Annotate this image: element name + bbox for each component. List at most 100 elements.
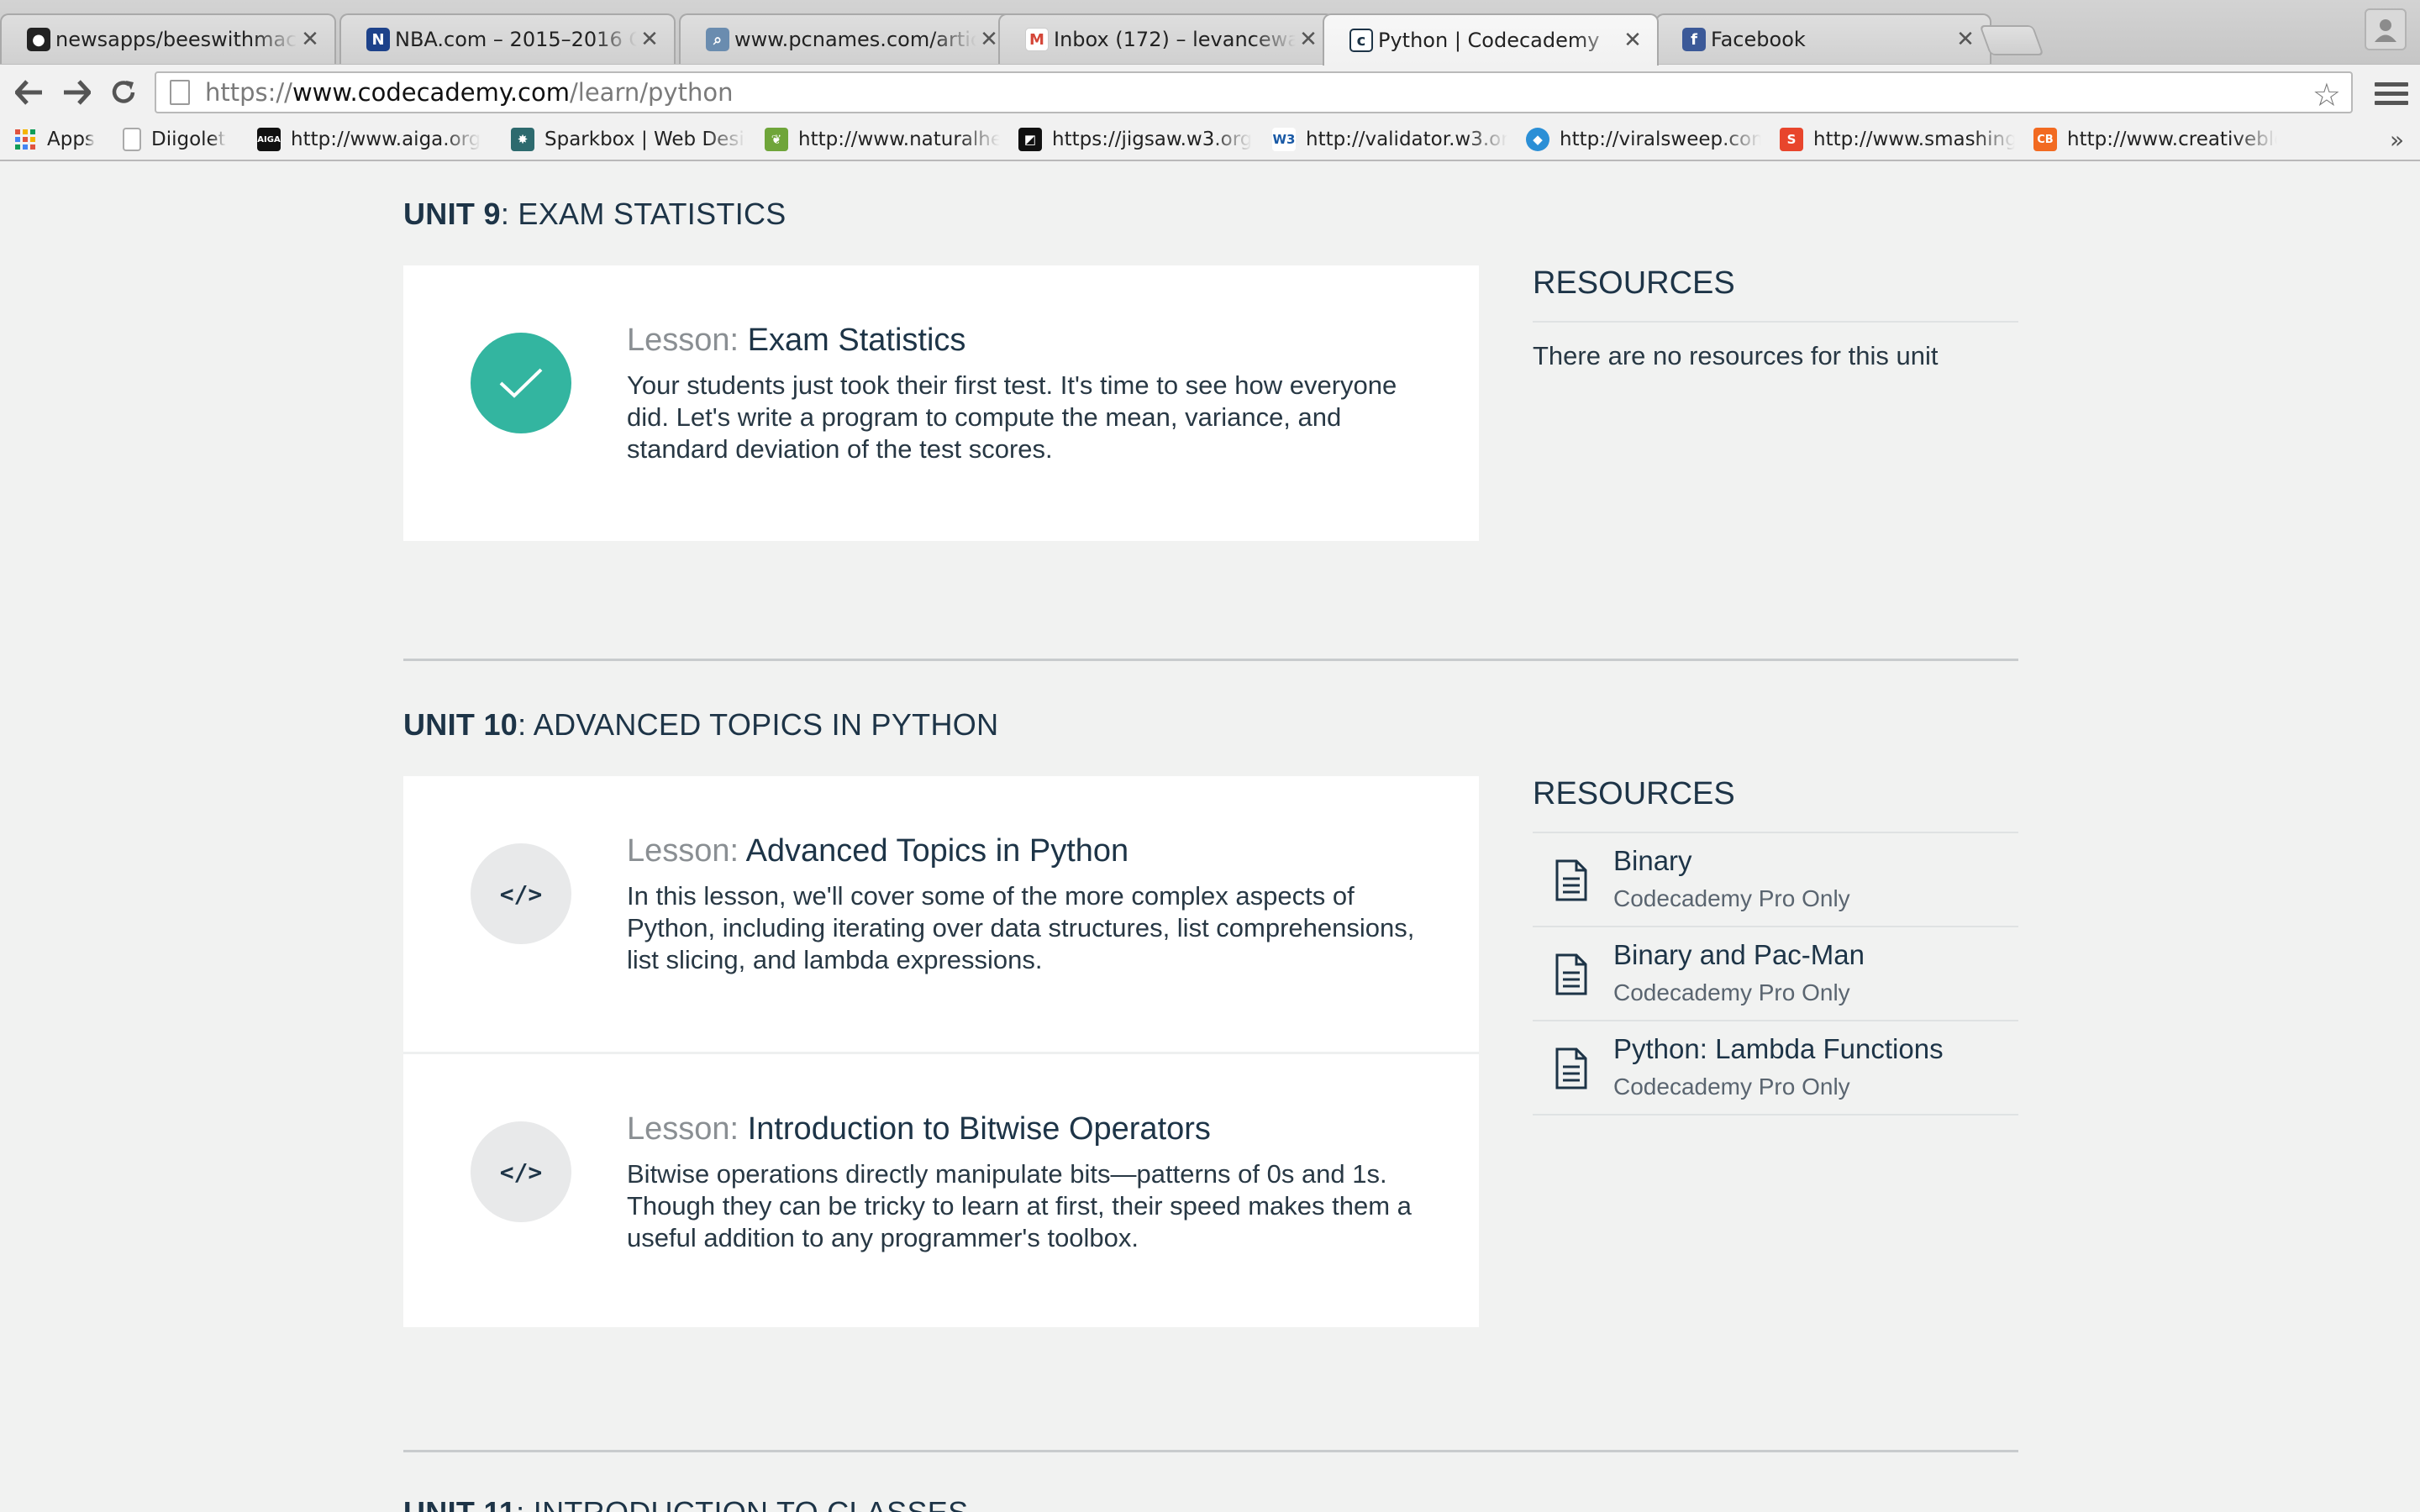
tab-strip: ● newsapps/beeswithmachineguns ✕ N NBA.c…	[0, 0, 2420, 66]
nba-icon: N	[366, 28, 390, 51]
code-brackets-icon: </>	[471, 843, 571, 944]
profile-button[interactable]	[2365, 8, 2407, 50]
sparkbox-icon: ✸	[511, 128, 534, 151]
github-icon: ●	[27, 28, 50, 51]
menu-button[interactable]	[2375, 76, 2408, 110]
close-tab-icon[interactable]: ✕	[637, 27, 662, 52]
lesson-row[interactable]: </> Lesson: Introduction to Bitwise Oper…	[403, 1052, 1479, 1327]
bookmark-naturalhealth[interactable]: ❦ http://www.naturalhealth	[765, 119, 1000, 160]
browser-chrome: ● newsapps/beeswithmachineguns ✕ N NBA.c…	[0, 0, 2420, 161]
resource-title-link[interactable]: Python: Lambda Functions	[1613, 1033, 1944, 1065]
gmail-icon: M	[1025, 28, 1049, 51]
bookmark-sparkbox[interactable]: ✸ Sparkbox | Web Design	[511, 119, 746, 160]
jigsaw-icon: ◩	[1018, 128, 1042, 151]
apps-grid-icon	[15, 129, 35, 150]
page-icon	[170, 80, 190, 105]
bookmark-viralsweep[interactable]: ◆ http://viralsweep.com	[1526, 119, 1761, 160]
bookmark-apps[interactable]: Apps	[13, 119, 114, 160]
forward-button[interactable]	[57, 73, 96, 112]
tab-title: Inbox (172) – levancewamble	[1054, 28, 1296, 51]
bookmark-diigolet[interactable]: Diigolet	[123, 119, 240, 160]
lesson-heading: Lesson: Introduction to Bitwise Operator…	[627, 1111, 1211, 1147]
page-icon	[123, 128, 141, 151]
tab-nba[interactable]: N NBA.com – 2015–2016 Co ✕	[339, 13, 676, 64]
chevron-double-right-icon[interactable]: »	[2390, 126, 2404, 154]
tab-gmail[interactable]: M Inbox (172) – levancewamble ✕	[998, 13, 1334, 64]
back-button[interactable]	[10, 73, 49, 112]
url-text: https://www.codecademy.com/learn/python	[205, 78, 734, 107]
lesson-title-link[interactable]: Introduction to Bitwise Operators	[748, 1111, 1211, 1147]
resources-heading: RESOURCES	[1533, 265, 1735, 301]
lesson-heading: Lesson: Advanced Topics in Python	[627, 833, 1129, 869]
lesson-row[interactable]: </> Lesson: Advanced Topics in Python In…	[403, 776, 1479, 1052]
aiga-icon: AIGA	[257, 128, 281, 151]
resource-item[interactable]: Python: Lambda Functions Codecademy Pro …	[1533, 1021, 2018, 1116]
resources-heading: RESOURCES	[1533, 776, 1735, 811]
unit-title: UNIT 9: EXAM STATISTICS	[403, 197, 786, 231]
person-icon	[2375, 19, 2396, 42]
viralsweep-icon: ◆	[1526, 128, 1549, 151]
unit-title: UNIT 10: ADVANCED TOPICS IN PYTHON	[403, 707, 999, 742]
tab-facebook[interactable]: f Facebook ✕	[1655, 13, 1991, 64]
unit-title: UNIT 11: INTRODUCTION TO CLASSES	[403, 1495, 968, 1512]
lesson-card: </> Lesson: Advanced Topics in Python In…	[403, 776, 1479, 1327]
document-icon	[1555, 953, 1587, 995]
tab-pcnames[interactable]: ⌕ www.pcnames.com/articles ✕	[679, 13, 1015, 64]
smashing-icon: S	[1780, 128, 1803, 151]
document-icon	[1555, 1047, 1587, 1089]
browser-toolbar: https://www.codecademy.com/learn/python …	[0, 64, 2420, 119]
document-icon	[1555, 859, 1587, 901]
tab-title: Facebook	[1711, 28, 1806, 51]
tab-github[interactable]: ● newsapps/beeswithmachineguns ✕	[0, 13, 336, 64]
checkmark-icon	[471, 333, 571, 433]
creativebloq-icon: CB	[2033, 128, 2057, 151]
lesson-row[interactable]: Lesson: Exam Statistics Your students ju…	[403, 265, 1479, 541]
close-tab-icon[interactable]: ✕	[297, 27, 323, 52]
resource-access-label: Codecademy Pro Only	[1613, 979, 1850, 1005]
resource-access-label: Codecademy Pro Only	[1613, 1074, 1850, 1100]
bookmark-smashing[interactable]: S http://www.smashingmagazine	[1780, 119, 2015, 160]
unit-divider	[403, 1450, 2018, 1452]
bookmark-star-icon[interactable]: ☆	[2312, 76, 2341, 113]
tab-title: www.pcnames.com/articles	[734, 28, 976, 51]
reload-button[interactable]	[104, 73, 143, 112]
resource-title-link[interactable]: Binary and Pac-Man	[1613, 939, 1865, 971]
bookmark-validator[interactable]: W3 http://validator.w3.org	[1272, 119, 1507, 160]
resource-item[interactable]: Binary Codecademy Pro Only	[1533, 833, 2018, 927]
page-content: UNIT 9: EXAM STATISTICS Lesson: Exam Sta…	[0, 161, 2420, 1512]
magnifier-icon: ⌕	[706, 28, 729, 51]
leaf-icon: ❦	[765, 128, 788, 151]
close-tab-icon[interactable]: ✕	[1296, 27, 1321, 52]
lesson-heading: Lesson: Exam Statistics	[627, 323, 966, 358]
lesson-description: In this lesson, we'll cover some of the …	[627, 881, 1415, 974]
bookmarks-bar: Apps Diigolet AIGA http://www.aiga.org ✸…	[0, 119, 2420, 161]
divider	[1533, 321, 2018, 323]
arrow-left-icon	[15, 80, 42, 105]
lesson-card: Lesson: Exam Statistics Your students ju…	[403, 265, 1479, 541]
arrow-right-icon	[64, 80, 91, 105]
close-tab-icon[interactable]: ✕	[1953, 27, 1978, 52]
tab-codecademy[interactable]: c Python | Codecademy ✕	[1323, 13, 1659, 66]
address-bar[interactable]: https://www.codecademy.com/learn/python …	[155, 71, 2353, 113]
codecademy-icon: c	[1349, 29, 1373, 52]
reload-icon	[112, 81, 135, 103]
lesson-title-link[interactable]: Exam Statistics	[748, 323, 966, 358]
bookmark-jigsaw[interactable]: ◩ https://jigsaw.w3.org	[1018, 119, 1254, 160]
resources-empty-message: There are no resources for this unit	[1533, 341, 1939, 370]
tab-title: Python | Codecademy	[1378, 29, 1600, 52]
code-brackets-icon: </>	[471, 1121, 571, 1222]
tab-title: NBA.com – 2015–2016 Co	[395, 28, 637, 51]
unit-divider	[403, 659, 2018, 661]
facebook-icon: f	[1682, 28, 1706, 51]
lesson-description: Your students just took their first test…	[627, 370, 1397, 464]
resource-access-label: Codecademy Pro Only	[1613, 885, 1850, 911]
bookmark-creativebloq[interactable]: CB http://www.creativebloq	[2033, 119, 2277, 160]
resource-item[interactable]: Binary and Pac-Man Codecademy Pro Only	[1533, 927, 2018, 1021]
lesson-title-link[interactable]: Advanced Topics in Python	[746, 833, 1129, 869]
close-tab-icon[interactable]: ✕	[1620, 28, 1645, 53]
resource-title-link[interactable]: Binary	[1613, 845, 1692, 877]
w3c-icon: W3	[1272, 128, 1296, 151]
tab-title: newsapps/beeswithmachineguns	[55, 28, 297, 51]
new-tab-button[interactable]	[1979, 25, 2044, 55]
bookmark-aiga[interactable]: AIGA http://www.aiga.org	[257, 119, 492, 160]
